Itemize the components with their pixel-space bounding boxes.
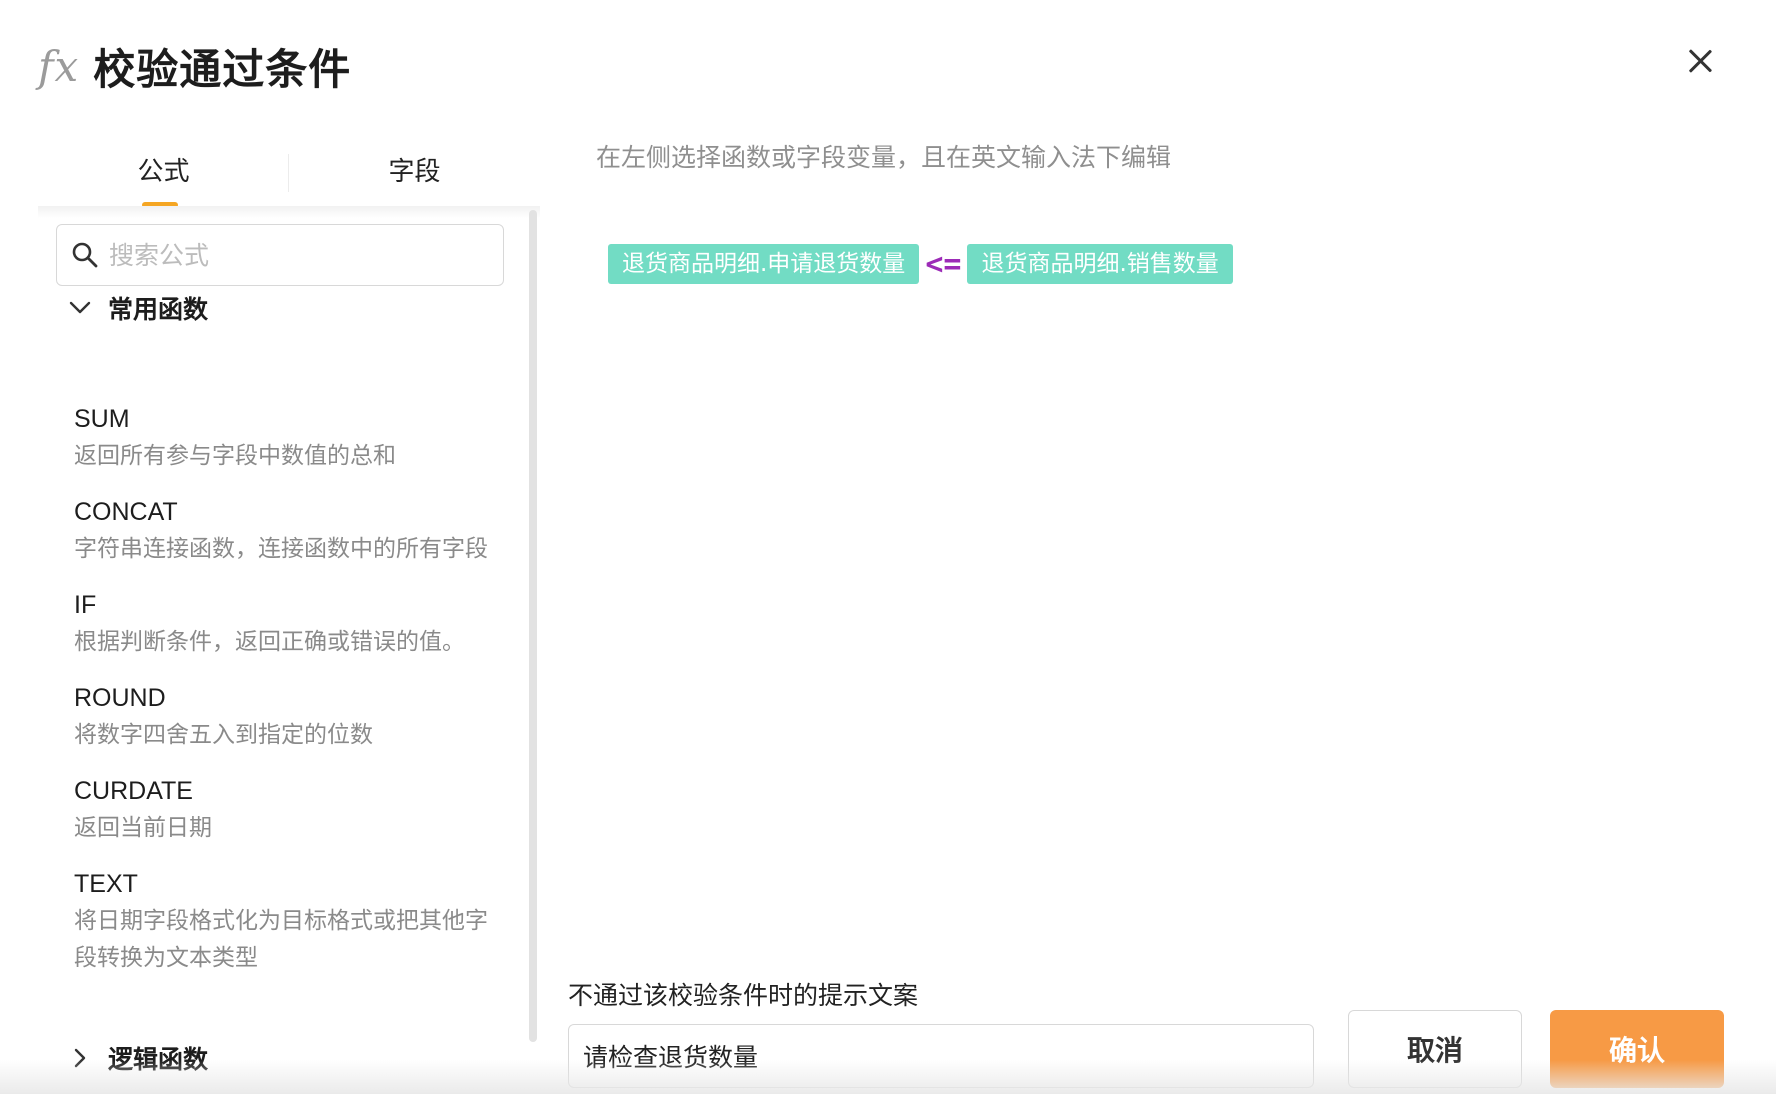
search-box: [56, 224, 504, 286]
function-desc: 将日期字段格式化为目标格式或把其他字段转换为文本类型: [74, 908, 488, 971]
close-icon[interactable]: [1680, 42, 1720, 82]
function-item-if[interactable]: IF 根据判断条件，返回正确或错误的值。: [74, 588, 494, 661]
tab-divider: [288, 154, 289, 192]
editor-hint: 在左侧选择函数或字段变量，且在英文输入法下编辑: [596, 143, 1172, 172]
dialog-header: fx 校验通过条件: [38, 36, 351, 96]
function-item-concat[interactable]: CONCAT 字符串连接函数，连接函数中的所有字段: [74, 495, 494, 568]
function-name: IF: [74, 591, 97, 619]
tip-label: 不通过该校验条件时的提示文案: [568, 981, 919, 1010]
function-name: ROUND: [74, 684, 166, 712]
function-name: TEXT: [74, 870, 138, 898]
chevron-down-icon: [64, 292, 96, 324]
function-desc: 返回所有参与字段中数值的总和: [74, 443, 396, 469]
function-list: SUM 返回所有参与字段中数值的总和 CONCAT 字符串连接函数，连接函数中的…: [74, 402, 494, 997]
function-list-scrollbar[interactable]: [529, 210, 537, 1042]
formula-editor-panel: 在左侧选择函数或字段变量，且在英文输入法下编辑 退货商品明细.申请退货数量 <=…: [542, 130, 1776, 1094]
search-input[interactable]: [107, 239, 471, 271]
formula-operator: <=: [925, 246, 962, 282]
group-common-functions[interactable]: 常用函数: [64, 290, 208, 326]
group-label: 逻辑函数: [108, 1045, 209, 1074]
function-desc: 根据判断条件，返回正确或错误的值。: [74, 629, 465, 655]
function-desc: 字符串连接函数，连接函数中的所有字段: [74, 536, 488, 562]
tip-input[interactable]: [568, 1024, 1314, 1088]
function-name: SUM: [74, 405, 130, 433]
fx-icon: fx: [38, 41, 80, 91]
confirm-button[interactable]: 确认: [1550, 1010, 1724, 1088]
formula-editor[interactable]: 退货商品明细.申请退货数量 <= 退货商品明细.销售数量: [608, 244, 1233, 284]
group-label: 常用函数: [108, 295, 209, 324]
function-name: CURDATE: [74, 777, 193, 805]
function-item-curdate[interactable]: CURDATE 返回当前日期: [74, 774, 494, 847]
field-tag-right[interactable]: 退货商品明细.销售数量: [967, 244, 1233, 284]
function-item-text[interactable]: TEXT 将日期字段格式化为目标格式或把其他字段转换为文本类型: [74, 867, 494, 977]
function-desc: 返回当前日期: [74, 815, 212, 841]
dialog-title: 校验通过条件: [93, 44, 352, 94]
function-desc: 将数字四舍五入到指定的位数: [74, 722, 373, 748]
group-logic-functions[interactable]: 逻辑函数: [64, 1040, 208, 1076]
search-icon: [71, 241, 99, 269]
field-tag-left[interactable]: 退货商品明细.申请退货数量: [608, 244, 920, 284]
tab-formula[interactable]: 公式: [38, 130, 289, 206]
formula-dialog: fx 校验通过条件 公式 字段 搜索公式 常用函数 SUM 返回所有参与字段中数…: [0, 0, 1776, 1094]
function-panel: 公式 字段 常用函数 SUM: [38, 130, 540, 1094]
function-item-round[interactable]: ROUND 将数字四舍五入到指定的位数: [74, 681, 494, 754]
tabs-shadow: [38, 206, 540, 218]
tab-fields[interactable]: 字段: [289, 130, 540, 206]
function-item-sum[interactable]: SUM 返回所有参与字段中数值的总和: [74, 402, 494, 475]
function-name: CONCAT: [74, 498, 178, 526]
chevron-right-icon: [64, 1042, 96, 1074]
panel-tabs: 公式 字段: [38, 130, 540, 208]
cancel-button[interactable]: 取消: [1348, 1010, 1522, 1088]
